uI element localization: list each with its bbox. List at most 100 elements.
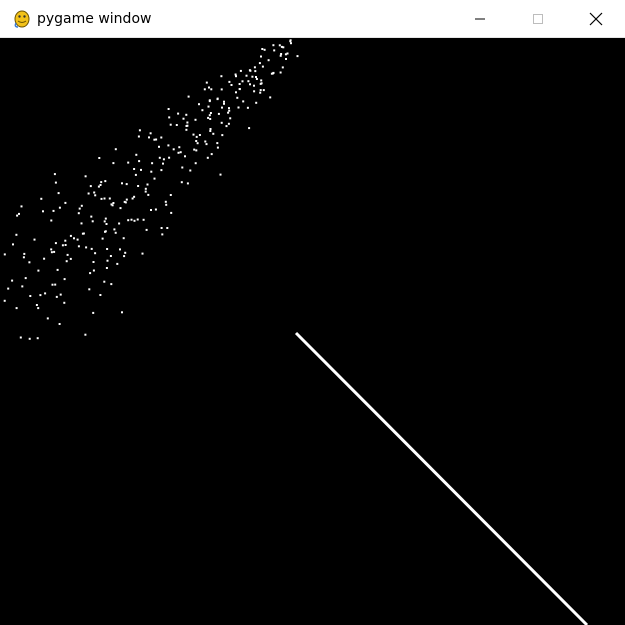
particle (65, 260, 68, 263)
particle (63, 301, 66, 304)
particle (195, 135, 198, 138)
particle (16, 214, 19, 217)
particle (263, 48, 266, 51)
game-canvas[interactable] (0, 38, 625, 625)
particle (177, 151, 180, 154)
particle (140, 168, 142, 171)
particle (114, 231, 117, 234)
particle (203, 88, 206, 91)
particle (253, 84, 255, 87)
particle (225, 125, 228, 128)
particle (105, 223, 108, 225)
particle (84, 333, 87, 336)
particle (212, 132, 215, 135)
particle (253, 66, 256, 69)
white-line (294, 331, 589, 625)
particle (148, 136, 150, 139)
particle (40, 197, 43, 200)
particle (88, 288, 91, 291)
particle (169, 194, 172, 196)
particle (185, 128, 188, 131)
particle (149, 132, 152, 135)
particle (57, 192, 60, 195)
particle (184, 155, 186, 158)
particle (258, 62, 261, 65)
particle (167, 108, 170, 110)
particle (116, 262, 119, 265)
particle (64, 244, 67, 246)
particle (100, 197, 103, 200)
particle (181, 166, 184, 169)
particle (69, 234, 72, 237)
particle (58, 323, 61, 325)
particle (87, 192, 90, 195)
particle (104, 180, 107, 183)
particle (261, 48, 264, 50)
particle (22, 256, 25, 259)
particle (63, 278, 66, 281)
particle (255, 101, 258, 104)
particle (78, 207, 81, 210)
particle (205, 143, 208, 146)
particle (138, 160, 141, 163)
particle (207, 116, 210, 119)
particle (205, 81, 208, 84)
particle (204, 140, 207, 143)
particle (209, 112, 212, 114)
particle (80, 222, 83, 225)
particle (103, 220, 106, 223)
particle (113, 228, 116, 231)
particle (112, 202, 115, 204)
pygame-snake-icon (14, 10, 30, 28)
particle (59, 293, 62, 296)
particle (180, 181, 183, 184)
particle (23, 252, 26, 255)
particle (11, 279, 14, 282)
particle (137, 135, 140, 138)
particle (89, 272, 92, 275)
particle (118, 222, 121, 225)
particle (247, 80, 250, 83)
particle (230, 84, 233, 86)
particle (246, 106, 249, 109)
particle (185, 113, 188, 116)
particle (182, 117, 185, 120)
particle (229, 117, 232, 120)
particle (220, 88, 223, 91)
particle (18, 212, 20, 215)
particle (77, 212, 80, 215)
close-button[interactable] (566, 0, 625, 38)
particle (133, 219, 136, 222)
particle (194, 118, 197, 121)
particle (237, 106, 240, 109)
particle (170, 211, 173, 214)
particle (235, 91, 237, 94)
particle (110, 283, 113, 286)
particle (15, 233, 18, 236)
particle (92, 261, 95, 263)
particle (241, 80, 244, 83)
particle (228, 107, 230, 110)
particle (123, 255, 126, 258)
particle (162, 158, 165, 161)
particle (206, 156, 209, 159)
particle (242, 100, 245, 103)
particle (272, 44, 275, 47)
particle (249, 83, 251, 86)
particle (39, 294, 42, 297)
particle (192, 133, 195, 136)
particle (90, 247, 93, 250)
particle (189, 169, 192, 172)
particle (160, 227, 163, 229)
maximize-button[interactable] (508, 0, 567, 38)
particle (142, 218, 145, 221)
minimize-button[interactable] (450, 0, 509, 38)
maximize-icon (532, 14, 543, 24)
particle (21, 285, 24, 288)
particle (125, 183, 128, 186)
particle (175, 124, 178, 126)
particle (54, 242, 57, 245)
particle (219, 173, 222, 176)
title-bar[interactable]: pygame window (0, 0, 625, 38)
particle (216, 142, 219, 145)
